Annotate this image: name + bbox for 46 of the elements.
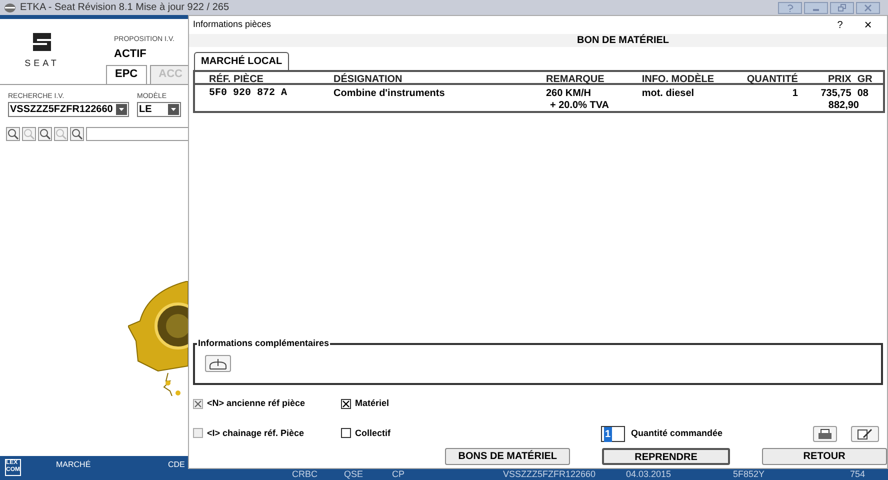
- quantity-field[interactable]: 1: [601, 426, 625, 442]
- table-cell-text: 260 KM/H: [546, 87, 592, 98]
- dialog-button[interactable]: RETOUR: [762, 448, 887, 465]
- status-label: MARCHÉ: [56, 459, 91, 471]
- table-cell-text: 5F0 920 872 A: [208, 87, 288, 98]
- column-header: INFO. MODÈLE: [642, 72, 716, 83]
- column-header: QUANTITÉ: [746, 72, 798, 83]
- status-value: CP: [392, 468, 405, 480]
- status-value: QSE: [344, 468, 364, 480]
- dialog-title: Informations pièces: [193, 18, 272, 32]
- status-value: 754: [850, 468, 866, 480]
- quantity-label: Quantité commandée: [631, 427, 723, 440]
- column-header: RÉF. PIÈCE: [208, 72, 264, 83]
- window-title: ETKA - Seat Révision 8.1 Mise à jour 922 / 265: [20, 1, 229, 15]
- heading-bar: BON DE MATÉRIEL: [189, 34, 887, 47]
- dialog-button[interactable]: BONS DE MATÉRIEL: [445, 448, 570, 465]
- status-value: 5F852Y: [733, 468, 765, 480]
- logo-text: SEAT: [24, 57, 60, 70]
- table-cell-text: Combine d'instruments: [334, 87, 446, 98]
- table-cell-text: 08: [856, 87, 870, 98]
- table-cell-text: 1: [791, 87, 798, 98]
- status-value: CRBC: [292, 468, 318, 480]
- search-dropdown[interactable]: VSSZZZ5FZFR122660: [8, 102, 129, 117]
- status-value: 04.03.2015: [626, 468, 672, 480]
- close-button[interactable]: ×: [861, 15, 875, 35]
- table-cell-text: mot. diesel: [642, 87, 696, 98]
- tax-label: + 20.0% TVA: [550, 99, 610, 111]
- dialog-button[interactable]: REPRENDRE: [602, 448, 730, 465]
- proposition-value: ACTIF: [114, 46, 148, 62]
- column-header: DÉSIGNATION: [334, 72, 404, 83]
- status-label: CDE: [168, 459, 185, 471]
- group-title: Informations complémentaires: [197, 337, 330, 350]
- column-header: PRIX: [826, 73, 852, 83]
- model-dropdown[interactable]: LE: [137, 102, 181, 117]
- column-header: REMARQUE: [546, 73, 606, 83]
- table-cell-text: 735,75: [820, 87, 852, 98]
- checkbox-label: Collectif: [355, 426, 391, 440]
- tab[interactable]: EPC: [106, 64, 147, 84]
- checkbox-label: Matériel: [355, 397, 390, 410]
- help-button[interactable]: ?: [833, 18, 847, 32]
- checkbox-label: <N> ancienne réf pièce: [207, 397, 306, 410]
- column-header: GR: [856, 73, 874, 83]
- status-value: VSSZZZ5FZFR122660: [503, 468, 596, 480]
- tab[interactable]: MARCHÉ LOCAL: [194, 52, 290, 70]
- checkbox-label: <I> chainage réf. Pièce: [207, 426, 304, 440]
- total-price: 882,90: [827, 99, 859, 111]
